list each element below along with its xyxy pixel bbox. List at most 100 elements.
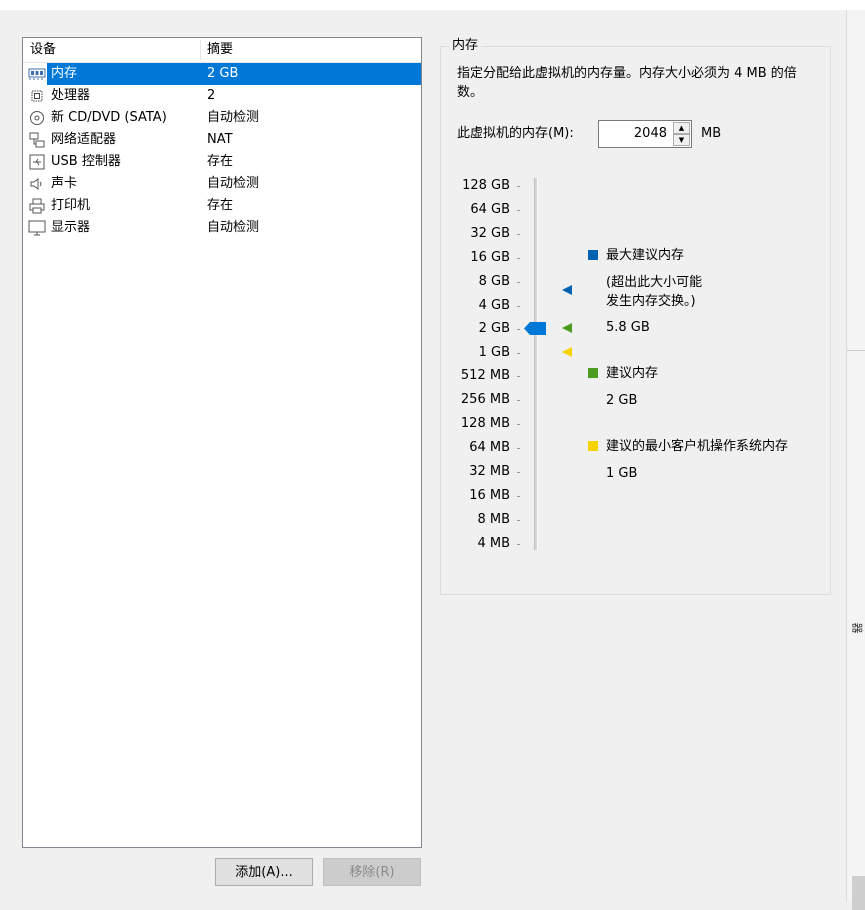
- device-name: 新 CD/DVD (SATA): [51, 110, 167, 125]
- spin-up-button[interactable]: ▲: [673, 122, 690, 134]
- scale-label: 2 GB: [478, 321, 510, 336]
- device-summary: 2 GB: [207, 66, 239, 81]
- scale-tick: [517, 496, 520, 497]
- device-summary: 存在: [207, 198, 234, 213]
- scale-tick: [517, 186, 520, 187]
- device-row-sound-card[interactable]: 声卡 自动检测: [23, 173, 421, 195]
- background-window-divider: [847, 350, 865, 351]
- device-summary: 自动检测: [207, 220, 260, 235]
- memory-icon: [28, 65, 46, 83]
- recommended-swatch: [588, 368, 598, 378]
- spin-down-button[interactable]: ▼: [673, 134, 690, 146]
- recommended-title: 建议内存: [606, 366, 659, 381]
- network-adapter-icon: [28, 131, 46, 149]
- scale-tick: [517, 258, 520, 259]
- device-row-cd-dvd[interactable]: 新 CD/DVD (SATA) 自动检测: [23, 107, 421, 129]
- max-recommended-value: 5.8 GB: [606, 320, 650, 335]
- device-list[interactable]: 设备 摘要 内存 2 GB 处理器 2 新 CD/DVD (SATA) 自动检测…: [22, 37, 422, 848]
- device-summary: 自动检测: [207, 176, 260, 191]
- scale-label: 64 GB: [470, 202, 510, 217]
- device-name: 内存: [51, 66, 78, 81]
- scale-tick: [517, 210, 520, 211]
- scale-label: 32 MB: [469, 464, 510, 479]
- column-separator[interactable]: [200, 40, 201, 60]
- max-recommended-note: 发生内存交换。): [606, 294, 696, 309]
- max-recommended-marker: [562, 285, 572, 295]
- memory-size-value[interactable]: 2048: [634, 124, 667, 144]
- scale-tick: [517, 472, 520, 473]
- monitor-icon: [28, 219, 46, 237]
- scale-label: 128 MB: [460, 416, 510, 431]
- scale-label: 16 GB: [470, 250, 510, 265]
- scale-tick: [517, 400, 520, 401]
- memory-slider-track[interactable]: [534, 178, 538, 550]
- scale-label: 4 GB: [478, 298, 510, 313]
- scale-label: 8 GB: [478, 274, 510, 289]
- scale-tick: [517, 448, 520, 449]
- scale-label: 32 GB: [470, 226, 510, 241]
- printer-icon: [28, 197, 46, 215]
- device-row-usb-controller[interactable]: USB 控制器 存在: [23, 151, 421, 173]
- device-row-memory[interactable]: 内存 2 GB: [23, 63, 421, 85]
- device-summary: 存在: [207, 154, 234, 169]
- speaker-icon: [28, 175, 46, 193]
- background-window-edge: [847, 10, 865, 902]
- memory-slider-thumb[interactable]: [524, 322, 546, 335]
- column-header-device[interactable]: 设备: [30, 41, 56, 59]
- device-name: USB 控制器: [51, 154, 121, 169]
- column-header-summary[interactable]: 摘要: [207, 41, 233, 59]
- scale-tick: [517, 424, 520, 425]
- device-list-header: 设备 摘要: [23, 38, 421, 62]
- scale-label: 256 MB: [460, 392, 510, 407]
- device-name: 声卡: [51, 176, 78, 191]
- scale-label: 16 MB: [469, 488, 510, 503]
- background-window-scrollbar[interactable]: [852, 876, 865, 910]
- scale-tick: [517, 520, 520, 521]
- scale-tick: [517, 282, 520, 283]
- max-recommended-note: (超出此大小可能: [606, 275, 703, 290]
- device-row-printer[interactable]: 打印机 存在: [23, 195, 421, 217]
- device-summary: 自动检测: [207, 110, 260, 125]
- min-recommended-value: 1 GB: [606, 466, 638, 481]
- device-row-network-adapter[interactable]: 网络适配器 NAT: [23, 129, 421, 151]
- device-name: 处理器: [51, 88, 91, 103]
- min-recommended-marker: [562, 347, 572, 357]
- scale-label: 128 GB: [462, 178, 510, 193]
- scale-tick: [517, 353, 520, 354]
- recommended-marker: [562, 323, 572, 333]
- scale-tick: [517, 376, 520, 377]
- device-name: 网络适配器: [51, 132, 117, 147]
- scale-tick: [517, 544, 520, 545]
- memory-group-title: 内存: [449, 37, 482, 55]
- chevron-down-icon: ▼: [678, 136, 685, 144]
- device-row-processor[interactable]: 处理器 2: [23, 85, 421, 107]
- chevron-up-icon: ▲: [678, 124, 685, 132]
- memory-unit-label: MB: [701, 126, 722, 141]
- cd-dvd-icon: [28, 109, 46, 127]
- device-name: 显示器: [51, 220, 91, 235]
- top-bar: [0, 0, 865, 10]
- add-device-button[interactable]: 添加(A)...: [215, 858, 313, 886]
- memory-field-label: 此虚拟机的内存(M):: [457, 126, 574, 141]
- memory-description: 指定分配给此虚拟机的内存量。内存大小必须为 4 MB 的倍数。: [457, 66, 797, 100]
- scale-label: 1 GB: [478, 345, 510, 360]
- processor-icon: [28, 87, 46, 105]
- max-recommended-title: 最大建议内存: [606, 248, 685, 263]
- min-recommended-swatch: [588, 441, 598, 451]
- scale-label: 64 MB: [469, 440, 510, 455]
- scale-tick: [517, 234, 520, 235]
- scale-tick: [517, 306, 520, 307]
- background-window-text: 器: [850, 622, 864, 634]
- remove-device-button[interactable]: 移除(R): [323, 858, 421, 886]
- scale-label: 4 MB: [477, 536, 510, 551]
- device-name: 打印机: [51, 198, 91, 213]
- usb-icon: [28, 153, 46, 171]
- min-recommended-title: 建议的最小客户机操作系统内存: [606, 439, 789, 454]
- device-summary: NAT: [207, 132, 233, 147]
- scale-tick: [517, 329, 520, 330]
- device-row-display[interactable]: 显示器 自动检测: [23, 217, 421, 239]
- scale-label: 8 MB: [477, 512, 510, 527]
- device-summary: 2: [207, 88, 216, 103]
- memory-size-stepper[interactable]: 2048 ▲ ▼: [598, 120, 692, 148]
- max-recommended-swatch: [588, 250, 598, 260]
